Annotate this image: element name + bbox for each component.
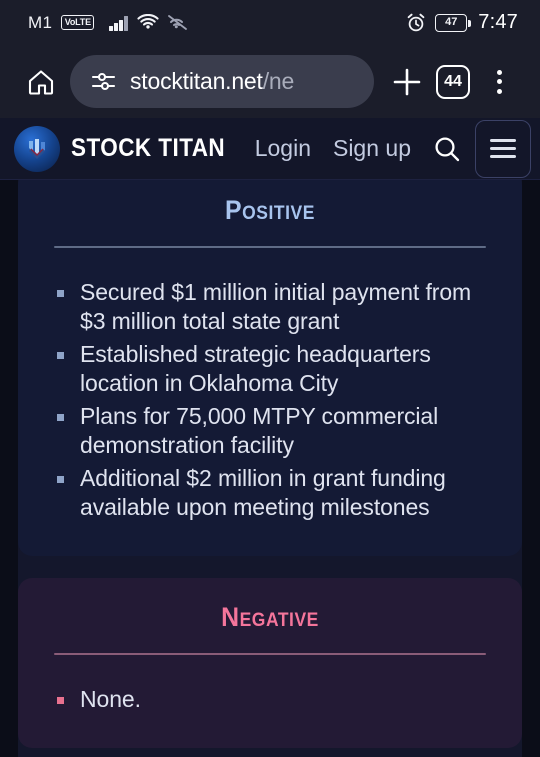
tab-switcher-button[interactable]: 44 — [430, 59, 476, 105]
tab-count-badge: 44 — [436, 64, 470, 99]
status-bar-right: 47 7:47 — [406, 11, 518, 34]
search-button[interactable] — [425, 127, 469, 171]
signup-link[interactable]: Sign up — [333, 135, 411, 162]
new-tab-button[interactable] — [384, 59, 430, 105]
signal-bars-icon — [109, 15, 128, 31]
three-dot-menu-icon — [496, 69, 502, 94]
negative-card: Negative None. — [18, 578, 522, 748]
alarm-clock-icon — [406, 13, 426, 33]
search-icon — [432, 134, 462, 164]
clock-time: 7:47 — [478, 11, 518, 33]
plus-icon — [391, 66, 423, 98]
status-bar-left: M1 VoLTE — [28, 13, 189, 33]
home-button[interactable] — [18, 59, 64, 105]
wifi-icon — [137, 14, 159, 31]
stock-titan-logo-icon[interactable] — [14, 125, 60, 172]
negative-title: Negative — [221, 602, 319, 632]
list-item: None. — [54, 685, 486, 714]
carrier-label: M1 — [28, 12, 53, 32]
positive-list: Secured $1 million initial payment from … — [54, 278, 486, 522]
positive-card: Positive Secured $1 million initial paym… — [18, 180, 522, 556]
browser-menu-button[interactable] — [476, 59, 522, 105]
home-icon — [26, 67, 56, 97]
site-settings-icon[interactable] — [90, 68, 117, 95]
url-bar[interactable]: stocktitan.net/ne — [70, 55, 374, 108]
list-item: Plans for 75,000 MTPY commercial demonst… — [54, 402, 486, 460]
status-bar: M1 VoLTE 47 7:47 — [0, 0, 540, 45]
brand-name: STOCK TITAN — [71, 134, 226, 162]
phone-screen: M1 VoLTE 47 7:47 stocktitan.net/ne 44 ST… — [0, 0, 540, 757]
wifi-calling-icon — [167, 14, 189, 31]
battery-percent: 47 — [445, 16, 458, 28]
url-text: stocktitan.net/ne — [130, 68, 294, 95]
browser-toolbar: stocktitan.net/ne 44 — [0, 45, 540, 118]
url-domain: stocktitan.net — [130, 68, 263, 94]
hamburger-menu-icon — [490, 139, 516, 142]
positive-title: Positive — [225, 195, 315, 225]
url-path: /ne — [262, 68, 295, 94]
list-item: Established strategic headquarters locat… — [54, 340, 486, 398]
negative-list: None. — [54, 685, 486, 714]
positive-divider — [54, 246, 486, 248]
list-item: Additional $2 million in grant funding a… — [54, 464, 486, 522]
page-right-edge — [522, 180, 540, 757]
battery-icon: 47 — [435, 13, 472, 32]
page-left-edge — [0, 180, 18, 757]
negative-divider — [54, 653, 486, 655]
hamburger-menu-button[interactable] — [475, 119, 531, 178]
site-header: STOCK TITAN Login Sign up — [0, 118, 540, 180]
volte-badge: VoLTE — [61, 14, 95, 31]
list-item: Secured $1 million initial payment from … — [54, 278, 486, 336]
page-content: Positive Secured $1 million initial paym… — [0, 180, 540, 757]
login-link[interactable]: Login — [255, 135, 311, 162]
